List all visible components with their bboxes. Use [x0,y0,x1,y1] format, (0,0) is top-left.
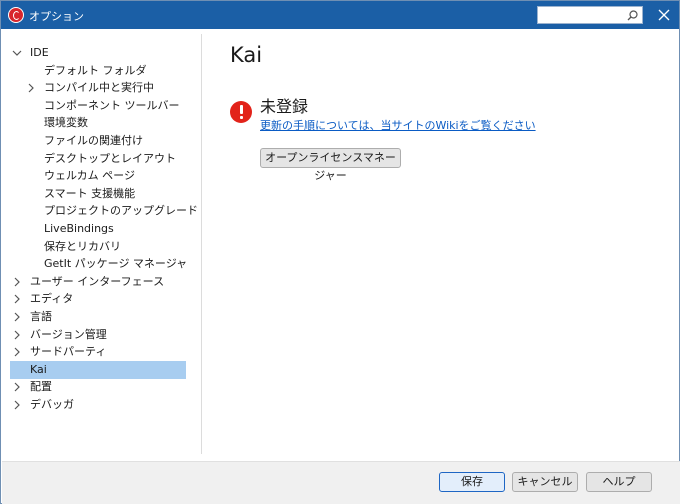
options-window: オプション IDE デフォルト フォルダ コンパイル中と実行中コンポーネント ツール… [0,0,680,504]
title-bar: オプション [1,1,679,29]
tree-item-label: 配置 [30,380,52,394]
open-license-manager-button[interactable]: オープンライセンスマネージャー [260,148,401,182]
tree-item-14[interactable]: エディタ [2,290,198,308]
tree-item-label: ユーザー インターフェース [30,274,165,288]
chevron-right-icon[interactable] [12,294,22,304]
search-input[interactable] [537,6,643,24]
tree-item-label: コンポーネント ツールバー [44,98,180,112]
search-icon [627,10,638,21]
tree-item-19[interactable]: 配置 [2,378,198,396]
tree-item-label: スマート 支援機能 [44,186,136,200]
chevron-right-icon[interactable] [12,400,22,410]
tree-item-label: デスクトップとレイアウト [44,151,176,165]
tree-item-label: IDE [30,46,49,59]
tree-item-label: プロジェクトのアップグレード [44,204,198,218]
tree-item-20[interactable]: デバッガ [2,396,198,414]
error-icon [230,101,252,123]
tree-item-2[interactable]: コンパイル中と実行中 [2,79,198,97]
tree-item-label: コンパイル中と実行中 [44,81,154,95]
tree-item-label: デフォルト フォルダ [44,63,147,77]
save-button[interactable]: 保存 [439,472,505,492]
chevron-right-icon[interactable] [26,83,36,93]
tree-item-7[interactable]: ウェルカム ページ [2,167,198,185]
tree-item-17[interactable]: サードパーティ [2,343,198,361]
chevron-right-icon[interactable] [12,330,22,340]
tree-item-6[interactable]: デスクトップとレイアウト [2,150,198,168]
app-logo-icon [8,7,24,23]
tree-item-8[interactable]: スマート 支援機能 [2,185,198,203]
help-button[interactable]: ヘルプ [586,472,652,492]
cancel-button[interactable]: キャンセル [512,472,578,492]
tree-item-0[interactable]: IDE [2,44,198,62]
tree-item-label: Kai [30,362,47,376]
close-icon[interactable] [656,7,672,23]
tree-item-12[interactable]: GetIt パッケージ マネージャ [2,255,198,273]
tree-item-9[interactable]: プロジェクトのアップグレード [2,202,198,220]
tree-item-15[interactable]: 言語 [2,308,198,326]
wiki-link[interactable]: 更新の手順については、当サイトのWikiをご覧ください [260,117,536,133]
tree-item-label: GetIt パッケージ マネージャ [44,257,188,271]
page-title: Kai [230,43,263,67]
footer-bar [2,461,680,504]
tree-item-label: LiveBindings [44,222,114,235]
pane-divider [201,34,202,454]
tree-item-label: 保存とリカバリ [44,239,121,253]
tree-item-16[interactable]: バージョン管理 [2,326,198,344]
tree-item-5[interactable]: ファイルの関連付け [2,132,198,150]
tree-item-3[interactable]: コンポーネント ツールバー [2,97,198,115]
chevron-right-icon[interactable] [12,277,22,287]
chevron-right-icon[interactable] [12,312,22,322]
tree-item-label: 環境変数 [44,116,88,130]
tree-item-label: ウェルカム ページ [44,169,135,183]
tree-item-label: ファイルの関連付け [44,134,143,147]
options-tree: IDE デフォルト フォルダ コンパイル中と実行中コンポーネント ツールバー 環境変数… [2,30,200,461]
tree-item-label: デバッガ [30,398,74,411]
tree-item-4[interactable]: 環境変数 [2,114,198,132]
tree-item-label: サードパーティ [30,345,107,359]
tree-item-11[interactable]: 保存とリカバリ [2,238,198,256]
tree-item-18[interactable]: Kai [10,360,186,379]
chevron-down-icon[interactable] [12,48,22,58]
window-title: オプション [29,10,84,23]
chevron-right-icon[interactable] [12,347,22,357]
tree-item-13[interactable]: ユーザー インターフェース [2,273,198,291]
tree-item-label: バージョン管理 [30,327,107,341]
registration-status: 未登録 [260,97,309,116]
tree-item-label: 言語 [30,310,52,323]
tree-item-1[interactable]: デフォルト フォルダ [2,62,198,80]
chevron-right-icon[interactable] [12,382,22,392]
tree-item-10[interactable]: LiveBindings [2,220,198,238]
tree-item-label: エディタ [30,292,74,306]
